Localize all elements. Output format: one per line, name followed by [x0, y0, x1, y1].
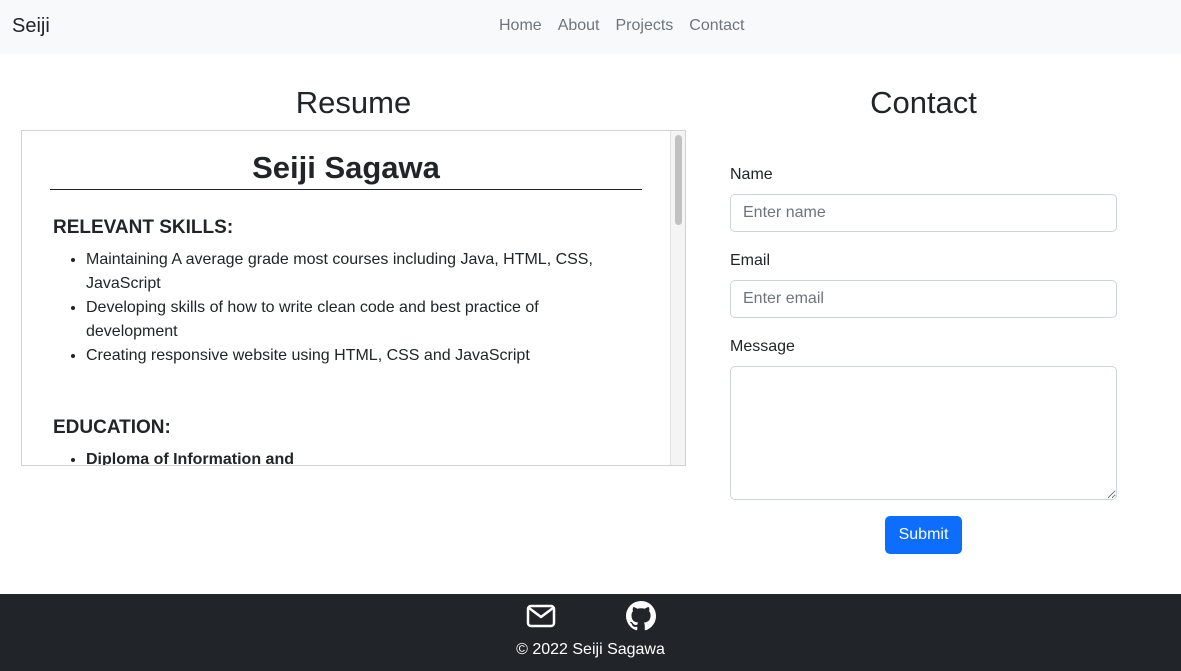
nav-link-about[interactable]: About [550, 16, 608, 36]
message-textarea[interactable] [730, 366, 1117, 500]
resume-scrollbar[interactable] [670, 131, 685, 465]
nav-links: Home About Projects Contact [491, 16, 752, 36]
resume-scrollbar-thumb[interactable] [675, 135, 682, 225]
name-label: Name [730, 166, 773, 183]
email-label: Email [730, 252, 771, 269]
education-title: EDUCATION: [53, 417, 171, 438]
education-item: Diploma of Information and [86, 448, 626, 465]
mail-icon[interactable] [526, 601, 556, 631]
skills-title: RELEVANT SKILLS: [53, 217, 234, 238]
nav-link-contact[interactable]: Contact [681, 16, 752, 36]
nav-link-projects[interactable]: Projects [608, 16, 682, 36]
resume-name: Seiji Sagawa [252, 150, 440, 185]
github-icon[interactable] [626, 601, 656, 631]
submit-button[interactable]: Submit [885, 516, 962, 554]
copyright-text: © 2022 Seiji Sagawa [516, 641, 665, 658]
navbar: Seiji Home About Projects Contact [0, 0, 1181, 54]
resume-heading: Resume [295, 85, 412, 120]
brand-link[interactable]: Seiji [12, 14, 50, 38]
skill-item: Creating responsive website using HTML, … [86, 344, 626, 368]
contact-heading: Contact [870, 85, 977, 120]
education-list: Diploma of Information and [86, 448, 626, 465]
resume-content: Seiji Sagawa RELEVANT SKILLS: Maintainin… [22, 131, 670, 465]
email-input[interactable] [730, 280, 1117, 318]
name-divider [50, 189, 642, 190]
resume-frame[interactable]: Seiji Sagawa RELEVANT SKILLS: Maintainin… [21, 130, 686, 466]
message-label: Message [730, 338, 795, 355]
skills-list: Maintaining A average grade most courses… [86, 248, 626, 368]
footer: © 2022 Seiji Sagawa [0, 594, 1181, 671]
skill-item: Maintaining A average grade most courses… [86, 248, 626, 296]
nav-link-home[interactable]: Home [491, 16, 550, 36]
skill-item: Developing skills of how to write clean … [86, 296, 626, 344]
name-input[interactable] [730, 194, 1117, 232]
